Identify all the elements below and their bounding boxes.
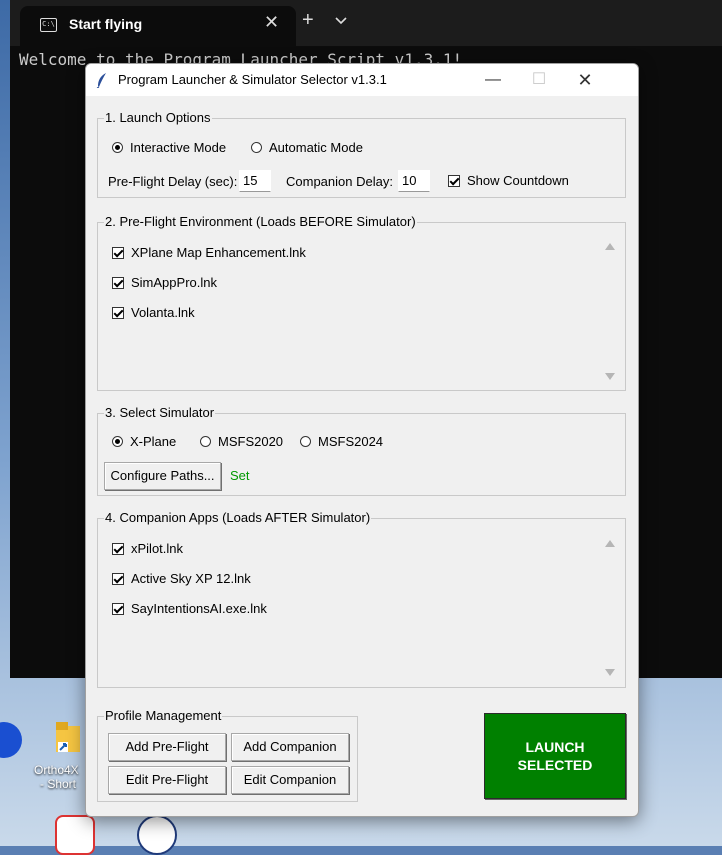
simulator-label: 3. Select Simulator — [104, 405, 216, 421]
scroll-up-arrow-icon[interactable] — [605, 243, 615, 250]
launch-button-line1: LAUNCH — [525, 739, 585, 755]
launch-options-group: 1. Launch Options Interactive Mode Autom… — [97, 110, 626, 198]
checkbox-indicator — [112, 602, 124, 615]
configure-paths-button[interactable]: Configure Paths... — [104, 462, 221, 490]
preflight-item[interactable]: Volanta.lnk — [112, 305, 195, 320]
preflight-item-label: Volanta.lnk — [131, 305, 195, 320]
interactive-mode-label: Interactive Mode — [130, 140, 227, 155]
companion-delay-input[interactable]: 10 — [398, 170, 430, 192]
checkbox-indicator — [112, 306, 124, 319]
simulator-option-label: X-Plane — [130, 434, 177, 449]
launcher-dialog[interactable]: Program Launcher & Simulator Selector v1… — [85, 63, 639, 817]
tab-close-icon[interactable]: ✕ — [264, 12, 279, 33]
launch-selected-button[interactable]: LAUNCH SELECTED — [484, 713, 626, 799]
add-companion-button[interactable]: Add Companion — [231, 733, 349, 761]
airline-logo-icon[interactable] — [137, 815, 177, 855]
show-countdown-label: Show Countdown — [467, 173, 569, 188]
automatic-mode-label: Automatic Mode — [269, 140, 363, 155]
launch-button-line2: SELECTED — [517, 757, 593, 773]
companion-group: 4. Companion Apps (Loads AFTER Simulator… — [97, 510, 626, 688]
companion-item-label: xPilot.lnk — [131, 541, 184, 556]
terminal-tab[interactable]: C:\ Start flying ✕ — [20, 6, 296, 46]
checkbox-indicator — [112, 572, 124, 585]
preflight-group: 2. Pre-Flight Environment (Loads BEFORE … — [97, 214, 626, 391]
preflight-delay-input[interactable]: 15 — [239, 170, 271, 192]
scroll-down-arrow-icon[interactable] — [605, 669, 615, 676]
edit-preflight-button[interactable]: Edit Pre-Flight — [108, 766, 226, 794]
checkbox-indicator — [112, 246, 124, 259]
companion-item[interactable]: xPilot.lnk — [112, 541, 183, 556]
close-button[interactable]: ✕ — [562, 66, 608, 94]
companion-item-label: Active Sky XP 12.lnk — [131, 571, 251, 586]
feather-icon — [96, 73, 106, 88]
preflight-item-label: SimAppPro.lnk — [131, 275, 217, 290]
scroll-up-arrow-icon[interactable] — [605, 540, 615, 547]
terminal-tabbar: C:\ Start flying ✕ + — [10, 0, 722, 46]
path-status-text: Set — [230, 468, 250, 483]
maximize-button[interactable]: ☐ — [516, 66, 562, 94]
show-countdown-checkbox[interactable]: Show Countdown — [448, 173, 569, 188]
scroll-down-arrow-icon[interactable] — [605, 373, 615, 380]
checkbox-indicator — [112, 542, 124, 555]
preflight-item[interactable]: SimAppPro.lnk — [112, 275, 217, 290]
terminal-icon: C:\ — [40, 18, 57, 32]
preflight-item[interactable]: XPlane Map Enhancement.lnk — [112, 245, 306, 260]
profile-management-label: Profile Management — [104, 708, 223, 724]
desktop-shortcut-icon[interactable] — [54, 720, 88, 760]
app-logo-icon[interactable] — [55, 815, 95, 855]
simulator-msfs2020-radio[interactable]: MSFS2020 — [200, 434, 283, 449]
companion-delay-label: Companion Delay: — [286, 174, 393, 189]
minimize-button[interactable]: — — [470, 66, 516, 94]
simulator-msfs2024-radio[interactable]: MSFS2024 — [300, 434, 383, 449]
radio-indicator — [200, 436, 211, 447]
simulator-option-label: MSFS2020 — [218, 434, 284, 449]
checkbox-indicator — [448, 174, 460, 187]
title-bar[interactable]: Program Launcher & Simulator Selector v1… — [86, 64, 638, 96]
companion-item-label: SayIntentionsAI.exe.lnk — [131, 601, 267, 616]
simulator-group: 3. Select Simulator X-Plane MSFS2020 MSF… — [97, 405, 626, 496]
chevron-down-icon[interactable] — [335, 12, 347, 28]
simulator-xplane-radio[interactable]: X-Plane — [112, 434, 176, 449]
radio-indicator — [300, 436, 311, 447]
radio-indicator — [112, 436, 123, 447]
radio-indicator — [251, 142, 262, 153]
preflight-item-label: XPlane Map Enhancement.lnk — [131, 245, 306, 260]
companion-item[interactable]: SayIntentionsAI.exe.lnk — [112, 601, 267, 616]
add-preflight-button[interactable]: Add Pre-Flight — [108, 733, 226, 761]
preflight-delay-label: Pre-Flight Delay (sec): — [108, 174, 238, 189]
checkbox-indicator — [112, 276, 124, 289]
radio-indicator — [112, 142, 123, 153]
terminal-tab-title: Start flying — [69, 16, 143, 32]
interactive-mode-radio[interactable]: Interactive Mode — [112, 140, 226, 155]
new-tab-button[interactable]: + — [302, 10, 314, 30]
companion-label: 4. Companion Apps (Loads AFTER Simulator… — [104, 510, 372, 526]
automatic-mode-radio[interactable]: Automatic Mode — [251, 140, 363, 155]
companion-item[interactable]: Active Sky XP 12.lnk — [112, 571, 251, 586]
launch-options-label: 1. Launch Options — [104, 110, 212, 126]
profile-management-group: Profile Management Add Pre-Flight Add Co… — [97, 708, 358, 802]
preflight-label: 2. Pre-Flight Environment (Loads BEFORE … — [104, 214, 417, 230]
window-title: Program Launcher & Simulator Selector v1… — [118, 72, 387, 87]
edit-companion-button[interactable]: Edit Companion — [231, 766, 349, 794]
simulator-option-label: MSFS2024 — [318, 434, 384, 449]
